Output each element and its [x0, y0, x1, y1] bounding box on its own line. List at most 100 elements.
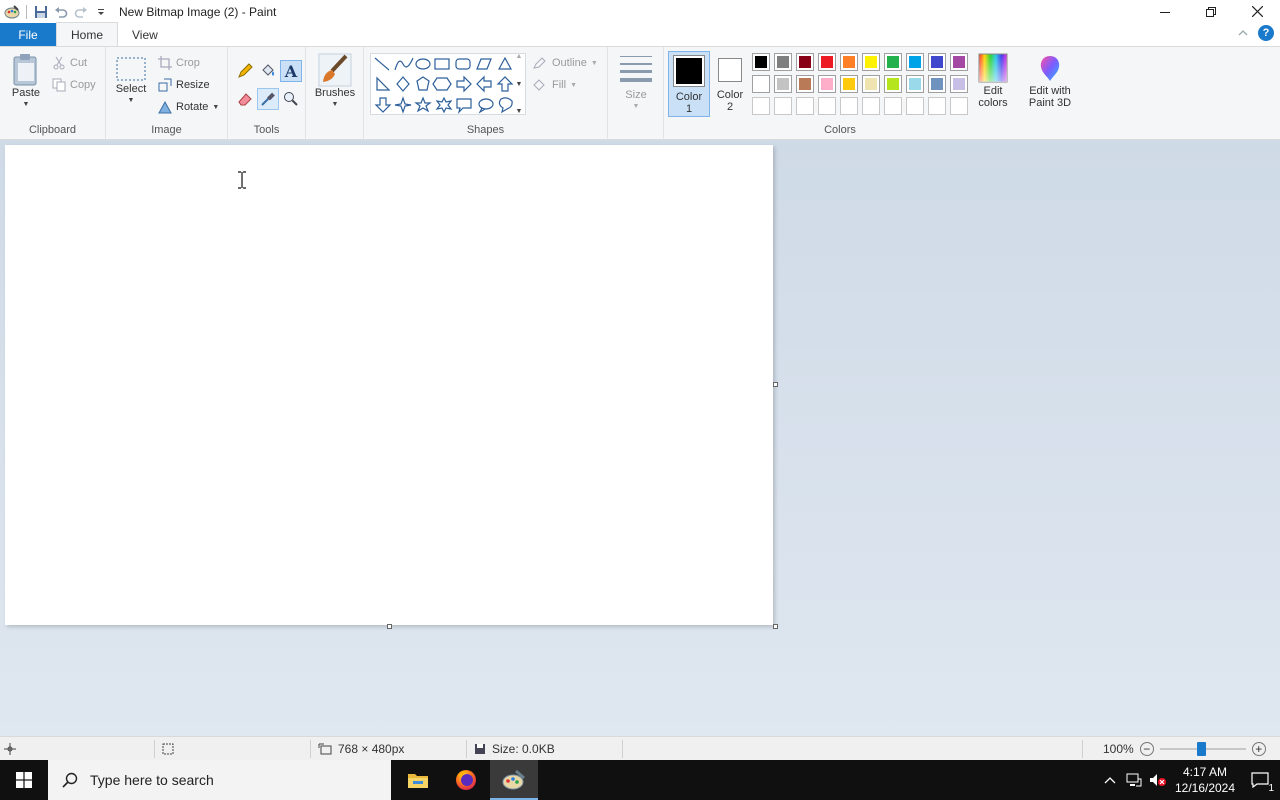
zoom-slider-thumb[interactable] [1196, 741, 1206, 756]
zoom-slider[interactable] [1159, 741, 1246, 756]
fill-button[interactable]: Fill ▼ [532, 75, 577, 95]
palette-swatch-color [799, 78, 811, 90]
restore-button[interactable] [1188, 0, 1234, 23]
palette-swatch[interactable] [818, 53, 836, 71]
volume-muted-icon[interactable] [1146, 773, 1170, 787]
palette-swatch[interactable] [950, 75, 968, 93]
color-picker-tool[interactable] [257, 88, 279, 110]
palette-swatch[interactable] [928, 97, 946, 115]
palette-swatch[interactable] [840, 75, 858, 93]
windows-logo-icon [16, 772, 32, 788]
palette-swatch-color [887, 78, 899, 90]
color2-button[interactable]: Color 2 [712, 54, 748, 113]
show-hidden-icons-button[interactable] [1098, 776, 1122, 784]
palette-swatch[interactable] [796, 53, 814, 71]
action-center-button[interactable]: 1 [1240, 760, 1280, 800]
brushes-button[interactable]: Brushes ▼ [312, 53, 358, 111]
minimize-button[interactable] [1142, 0, 1188, 23]
palette-swatch[interactable] [884, 53, 902, 71]
file-size: Size: 0.0KB [474, 737, 555, 760]
network-icon[interactable] [1122, 773, 1146, 787]
tab-home[interactable]: Home [56, 22, 119, 46]
cut-button[interactable]: Cut [52, 53, 87, 73]
taskbar-clock[interactable]: 4:17 AM 12/16/2024 [1170, 764, 1240, 796]
palette-swatch[interactable] [774, 53, 792, 71]
crop-button[interactable]: Crop [158, 53, 200, 73]
shapes-scroll-down-icon[interactable]: ▼ [516, 81, 523, 88]
tab-file[interactable]: File [0, 23, 56, 46]
shapes-scroll[interactable]: ▲ ▼ ▼ [512, 53, 526, 115]
palette-swatch[interactable] [950, 53, 968, 71]
paint-palette-icon [502, 769, 525, 790]
color-spectrum-icon [978, 53, 1008, 83]
palette-swatch[interactable] [950, 97, 968, 115]
window-title: New Bitmap Image (2) - Paint [119, 4, 277, 19]
palette-swatch[interactable] [862, 97, 880, 115]
palette-swatch[interactable] [906, 97, 924, 115]
palette-swatch[interactable] [752, 53, 770, 71]
edit-with-paint3d-button[interactable]: Edit with Paint 3D [1022, 53, 1078, 109]
palette-swatch[interactable] [928, 53, 946, 71]
palette-swatch[interactable] [774, 97, 792, 115]
zoom-out-button[interactable]: − [1139, 741, 1154, 756]
resize-handle-bottom[interactable] [387, 624, 392, 629]
palette-swatch[interactable] [752, 97, 770, 115]
palette-swatch[interactable] [928, 75, 946, 93]
palette-swatch[interactable] [796, 75, 814, 93]
selection-rectangle-icon [116, 57, 146, 81]
resize-handle-right[interactable] [773, 382, 778, 387]
resize-handle-corner[interactable] [773, 624, 778, 629]
palette-swatch[interactable] [796, 97, 814, 115]
outline-button[interactable]: Outline ▼ [532, 53, 598, 73]
taskbar-firefox[interactable] [442, 760, 490, 800]
size-button[interactable]: Size ▼ [614, 53, 658, 113]
pencil-tool[interactable] [234, 61, 256, 81]
palette-swatch[interactable] [884, 97, 902, 115]
zoom-in-button[interactable]: + [1251, 741, 1266, 756]
taskbar-search-box[interactable]: Type here to search [48, 760, 391, 800]
resize-button[interactable]: Resize [158, 75, 210, 95]
start-button[interactable] [0, 760, 48, 800]
shapes-more-icon[interactable]: ▼ [516, 108, 523, 115]
taskbar-paint[interactable] [490, 760, 538, 800]
taskbar-file-explorer[interactable] [394, 760, 442, 800]
palette-swatch[interactable] [906, 75, 924, 93]
fill-tool[interactable] [257, 61, 279, 81]
color1-button[interactable]: Color 1 [668, 51, 710, 117]
palette-swatch[interactable] [840, 53, 858, 71]
palette-swatch[interactable] [862, 75, 880, 93]
rotate-button[interactable]: Rotate ▼ [158, 97, 219, 117]
palette-swatch-color [799, 56, 811, 68]
eraser-tool[interactable] [234, 89, 256, 109]
palette-swatch[interactable] [906, 53, 924, 71]
palette-swatch[interactable] [840, 97, 858, 115]
palette-swatch[interactable] [818, 97, 836, 115]
tab-view[interactable]: View [118, 23, 172, 46]
help-icon[interactable]: ? [1258, 25, 1274, 41]
disk-icon [475, 743, 485, 754]
palette-swatch[interactable] [884, 75, 902, 93]
close-button[interactable] [1234, 0, 1280, 23]
magnifier-icon [284, 92, 298, 106]
paste-button[interactable]: Paste ▼ [6, 53, 46, 111]
text-tool[interactable]: A [280, 60, 302, 82]
customize-qat-icon[interactable] [91, 2, 111, 22]
edit-colors-button[interactable]: Edit colors [972, 53, 1014, 109]
color2-label-line2: 2 [726, 101, 734, 113]
palette-swatch[interactable] [774, 75, 792, 93]
redo-icon[interactable] [71, 2, 91, 22]
copy-button[interactable]: Copy [52, 75, 96, 95]
shapes-gallery[interactable] [370, 53, 526, 115]
minimize-ribbon-icon[interactable] [1238, 26, 1248, 40]
save-icon[interactable] [31, 2, 51, 22]
drawing-canvas[interactable] [5, 145, 773, 625]
palette-swatch[interactable] [818, 75, 836, 93]
shapes-scroll-up-icon[interactable]: ▲ [516, 53, 523, 60]
select-button[interactable]: Select ▼ [114, 55, 148, 107]
crop-icon [158, 56, 172, 70]
paint-app-icon[interactable] [2, 2, 22, 22]
palette-swatch[interactable] [862, 53, 880, 71]
magnifier-tool[interactable] [280, 89, 302, 109]
palette-swatch[interactable] [752, 75, 770, 93]
undo-icon[interactable] [51, 2, 71, 22]
